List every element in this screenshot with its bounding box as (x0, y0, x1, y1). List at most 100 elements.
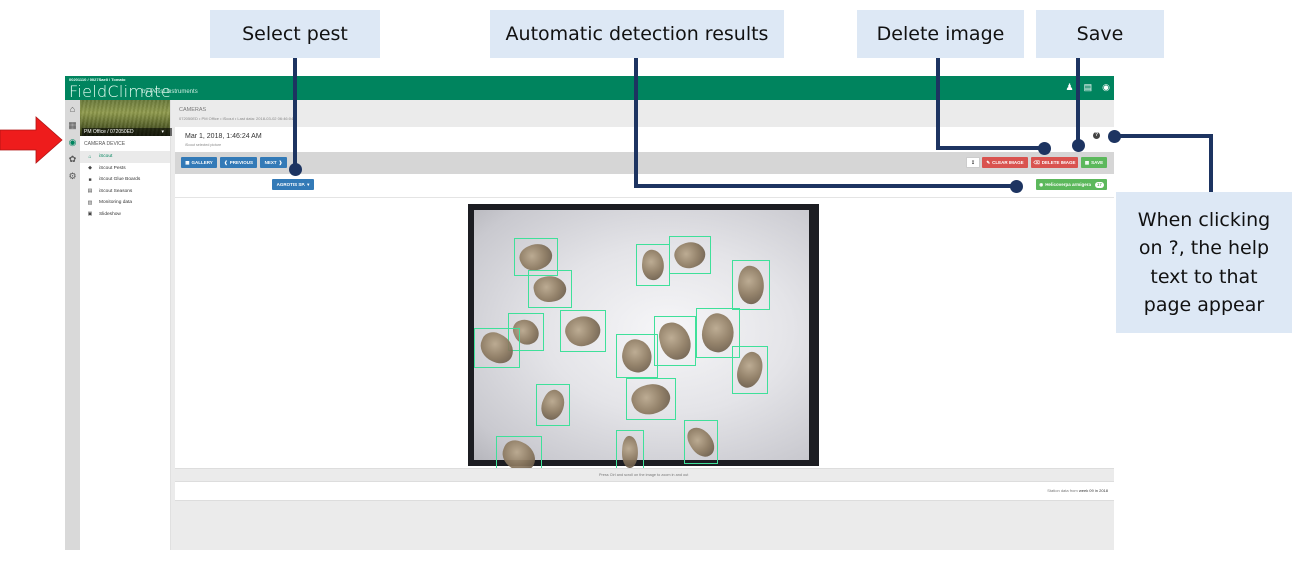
callout-dot (289, 163, 302, 176)
calendar-icon: ▤ (87, 188, 93, 195)
download-icon: ↧ (971, 159, 975, 165)
callout-line (1114, 134, 1212, 138)
sidebar-item-label: iScout Glue Boards (99, 177, 141, 183)
save-label: SAVE (1091, 160, 1104, 165)
chevron-down-icon[interactable]: ▾ (161, 128, 164, 136)
station-data-prefix: Station data from (1047, 488, 1078, 493)
eye-icon[interactable]: ◉ (65, 134, 80, 151)
image-viewer[interactable] (175, 198, 1114, 476)
detection-box[interactable] (626, 378, 676, 420)
callout-help-note: When clicking on ?, the help text to tha… (1116, 192, 1292, 333)
detection-box[interactable] (654, 316, 696, 366)
home-icon: ⌂ (88, 153, 92, 160)
detection-box[interactable] (474, 328, 520, 368)
page-subtitle: 072050ED • PM Office • iScout • Last dat… (179, 116, 294, 121)
sidebar-item-label: iScout Seasons (99, 188, 133, 194)
delete-image-button[interactable]: ⌫ DELETE IMAGE (1031, 157, 1078, 168)
home-icon[interactable]: ⌂ (65, 100, 80, 117)
sidebar-item-label: iScout (99, 154, 113, 160)
save-icon: ▩ (1084, 159, 1090, 165)
top-bar: 00201110 / 0027Saeli / Tomato FieldClima… (65, 76, 1114, 101)
previous-label: PREVIOUS (229, 160, 254, 165)
eye-icon: ◉ (1039, 181, 1044, 187)
callout-automatic-detection: Automatic detection results (490, 10, 784, 58)
arrow-right-icon: ❱ (278, 159, 283, 165)
icon-rail: ⌂ ▦ ◉ ✿ ⚙ (65, 100, 80, 550)
film-icon: ▣ (87, 211, 93, 218)
plant-icon[interactable]: ✿ (65, 151, 80, 168)
detection-box[interactable] (560, 310, 606, 352)
callout-line (1076, 58, 1080, 144)
sidebar-item-label: iScout Pests (99, 165, 126, 171)
picture-date-subtitle: iScout selected picture (185, 143, 222, 147)
detection-box[interactable] (536, 384, 570, 426)
sidebar-item-monitoring-data[interactable]: ▥ Monitoring data (80, 197, 170, 209)
picture-date: Mar 1, 2018, 1:46:24 AM (185, 133, 262, 140)
user-icon[interactable]: ♟ (1066, 82, 1074, 92)
next-button[interactable]: NEXT ❱ (260, 157, 287, 168)
tag-icon: ◆ (88, 165, 92, 172)
detection-box[interactable] (636, 244, 670, 286)
clear-image-button[interactable]: ✎ CLEAR IMAGE (982, 157, 1028, 168)
logo-subtitle: by Pessl Instruments (142, 89, 198, 95)
main-content: CAMERAS 072050ED • PM Office • iScout • … (175, 100, 1114, 550)
detection-label: Helicoverpa armigera (1045, 182, 1091, 187)
callout-dot (1072, 139, 1085, 152)
glue-board (474, 210, 809, 476)
station-data-value: week 09 in 2018 (1078, 488, 1108, 493)
detection-box[interactable] (684, 420, 718, 464)
trash-icon: ⌫ (1033, 159, 1040, 165)
station-banner[interactable]: PM Office / 072050ED ▾ (80, 100, 172, 136)
save-button[interactable]: ▩ SAVE (1081, 157, 1107, 168)
help-icon[interactable]: ? (1093, 132, 1100, 139)
callout-save: Save (1036, 10, 1164, 58)
arrow-left-icon: ❰ (223, 159, 228, 165)
chart-icon[interactable]: ▦ (65, 117, 80, 134)
gear-icon[interactable]: ⚙ (65, 168, 80, 185)
detection-box[interactable] (528, 270, 572, 308)
previous-button[interactable]: ❰ PREVIOUS (220, 157, 257, 168)
detection-box[interactable] (732, 260, 770, 310)
sidebar-item-iscout[interactable]: ⌂ iScout (80, 151, 170, 163)
image-icon: ▦ (185, 159, 190, 165)
sidebar-item-label: Monitoring data (99, 200, 133, 206)
sidebar-item-iscout-seasons[interactable]: ▤ iScout Seasons (80, 186, 170, 198)
pest-select-label: AGROTIS SP. (276, 182, 306, 187)
detection-count-badge: 17 (1094, 181, 1104, 188)
callout-line (936, 58, 940, 148)
callout-select-pest: Select pest (210, 10, 380, 58)
pest-select-dropdown[interactable]: AGROTIS SP. ▾ (272, 179, 314, 190)
next-label: NEXT (264, 160, 277, 165)
detection-box[interactable] (732, 346, 768, 394)
image-toolbar: ▦ GALLERY ❰ PREVIOUS NEXT ❱ ↧ ✎ CLEAR IM… (175, 152, 1114, 174)
callout-line (936, 146, 1046, 150)
detection-box[interactable] (616, 334, 658, 378)
clear-image-label: CLEAR IMAGE (992, 160, 1024, 165)
square-icon: ■ (88, 176, 92, 183)
caret-down-icon: ▾ (307, 181, 310, 187)
callout-dot (1038, 142, 1051, 155)
download-button[interactable]: ↧ (966, 157, 980, 168)
station-data-footer: Station data from week 09 in 2018 (175, 482, 1114, 501)
callout-delete-image: Delete image (857, 10, 1024, 58)
sidebar-item-iscout-glue-boards[interactable]: ■ iScout Glue Boards (80, 174, 170, 186)
trap-photo[interactable] (468, 204, 819, 476)
chart-icon: ▥ (87, 199, 93, 206)
zoom-hint-bar: Press Ctrl and scroll on the image to zo… (175, 468, 1114, 482)
folder-icon[interactable]: ▤ (1084, 82, 1093, 92)
detection-box[interactable] (669, 236, 711, 274)
detection-results-button[interactable]: ◉ Helicoverpa armigera 17 (1036, 179, 1107, 190)
gallery-button[interactable]: ▦ GALLERY (181, 157, 217, 168)
section-label: CAMERA DEVICE (84, 141, 126, 147)
signal-icon[interactable]: ◉ (1102, 82, 1110, 92)
callout-line (1209, 134, 1213, 194)
gallery-label: GALLERY (191, 160, 213, 165)
zoom-hint: Press Ctrl and scroll on the image to zo… (599, 473, 689, 477)
page-header: CAMERAS 072050ED • PM Office • iScout • … (175, 102, 1114, 126)
delete-image-label: DELETE IMAGE (1041, 160, 1076, 165)
sidebar-item-slideshow[interactable]: ▣ Slideshow (80, 209, 170, 221)
sidebar-item-iscout-pests[interactable]: ◆ iScout Pests (80, 163, 170, 175)
station-name: PM Office / 072050ED (82, 128, 172, 136)
callout-line (634, 184, 1018, 188)
page-title: CAMERAS (179, 107, 207, 113)
